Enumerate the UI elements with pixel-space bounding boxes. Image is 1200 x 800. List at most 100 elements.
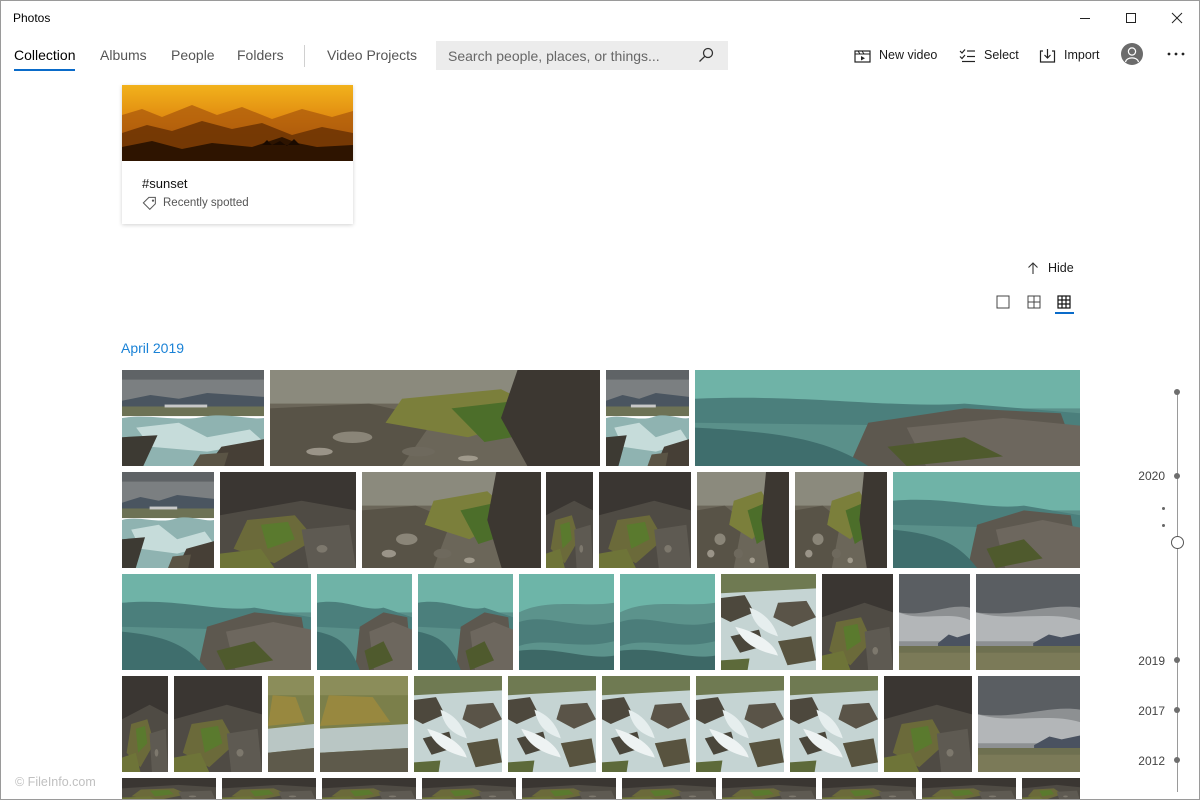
photo-thumbnail[interactable] xyxy=(317,574,412,670)
photo-thumbnail[interactable] xyxy=(546,472,593,568)
app-title: Photos xyxy=(13,11,51,25)
tab-video-projects[interactable]: Video Projects xyxy=(327,47,417,71)
new-video-button[interactable]: New video xyxy=(854,44,937,66)
photo-thumbnail[interactable] xyxy=(606,370,689,466)
photo-thumbnail[interactable] xyxy=(976,574,1080,670)
tab-folders[interactable]: Folders xyxy=(237,47,284,71)
timeline-year-label[interactable]: 2020 xyxy=(1115,469,1165,483)
four-grid-icon xyxy=(1027,295,1041,309)
month-heading: April 2019 xyxy=(121,340,185,356)
tab-collection[interactable]: Collection xyxy=(14,47,76,71)
photo-thumbnail[interactable] xyxy=(978,676,1080,772)
watermark: © FileInfo.com xyxy=(15,775,96,789)
large-square-icon xyxy=(996,295,1010,309)
photo-thumbnail[interactable] xyxy=(695,370,1080,466)
photo-thumbnail[interactable] xyxy=(822,778,916,799)
minimize-icon xyxy=(1080,18,1090,19)
tab-people[interactable]: People xyxy=(171,47,215,71)
photo-thumbnail[interactable] xyxy=(519,574,614,670)
tag-subtitle: Recently spotted xyxy=(142,196,249,210)
avatar[interactable] xyxy=(1121,43,1143,65)
photo-thumbnail[interactable] xyxy=(722,778,816,799)
photo-thumbnail[interactable] xyxy=(795,472,887,568)
photo-thumbnail[interactable] xyxy=(220,472,356,568)
timeline-scrub-handle[interactable] xyxy=(1171,536,1184,549)
photo-thumbnail[interactable] xyxy=(422,778,516,799)
photo-thumbnail[interactable] xyxy=(822,574,893,670)
search-icon[interactable] xyxy=(698,47,714,63)
medium-tiles-view-button[interactable] xyxy=(1025,293,1043,311)
tab-albums[interactable]: Albums xyxy=(100,47,147,71)
search-input[interactable] xyxy=(436,41,686,70)
photo-thumbnail[interactable] xyxy=(899,574,970,670)
photo-thumbnail[interactable] xyxy=(696,676,784,772)
photo-thumbnail[interactable] xyxy=(270,370,600,466)
tag-icon xyxy=(142,196,156,210)
photo-thumbnail[interactable] xyxy=(122,778,216,799)
photo-thumbnail[interactable] xyxy=(508,676,596,772)
select-icon xyxy=(959,48,975,62)
timeline-year-label[interactable]: 2012 xyxy=(1115,754,1165,768)
maximize-button[interactable] xyxy=(1108,1,1154,35)
select-button[interactable]: Select xyxy=(959,44,1019,66)
tab-label: Collection xyxy=(14,47,76,63)
new-video-label: New video xyxy=(879,48,938,62)
photo-thumbnail[interactable] xyxy=(522,778,616,799)
photo-thumbnail[interactable] xyxy=(790,676,878,772)
active-view-indicator xyxy=(1055,312,1074,314)
close-icon xyxy=(1171,12,1183,24)
photo-thumbnail[interactable] xyxy=(1022,778,1080,799)
timeline-year-label[interactable]: 2019 xyxy=(1115,654,1165,668)
timeline-tick xyxy=(1162,524,1165,527)
tag-subtitle-text: Recently spotted xyxy=(163,197,249,209)
more-icon xyxy=(1167,52,1185,56)
user-icon xyxy=(1124,47,1140,63)
photo-thumbnail[interactable] xyxy=(122,574,311,670)
photo-thumbnail[interactable] xyxy=(721,574,816,670)
photo-thumbnail[interactable] xyxy=(414,676,502,772)
tag-card-sunset[interactable]: #sunset Recently spotted xyxy=(122,85,353,224)
title-bar: Photos xyxy=(1,1,1199,35)
tab-label: People xyxy=(171,47,215,63)
photo-thumbnail[interactable] xyxy=(320,676,408,772)
photo-thumbnail[interactable] xyxy=(122,676,168,772)
photo-thumbnail[interactable] xyxy=(322,778,416,799)
import-button[interactable]: Import xyxy=(1039,44,1099,66)
photo-thumbnail[interactable] xyxy=(697,472,789,568)
photo-thumbnail[interactable] xyxy=(418,574,513,670)
close-button[interactable] xyxy=(1154,1,1199,35)
search-box xyxy=(436,41,728,70)
nav-divider xyxy=(304,45,305,67)
tab-label: Albums xyxy=(100,47,147,63)
photo-thumbnail[interactable] xyxy=(922,778,1016,799)
photo-thumbnail[interactable] xyxy=(122,472,214,568)
nine-grid-icon xyxy=(1057,295,1071,309)
hide-button[interactable]: Hide xyxy=(1027,259,1074,277)
photo-thumbnail[interactable] xyxy=(122,370,264,466)
photo-thumbnail[interactable] xyxy=(362,472,541,568)
photo-thumbnail[interactable] xyxy=(884,676,972,772)
timeline-track[interactable] xyxy=(1177,392,1178,792)
photo-thumbnail[interactable] xyxy=(174,676,262,772)
photo-thumbnail[interactable] xyxy=(602,676,690,772)
nav-bar: Collection Albums People Folders Video P… xyxy=(1,35,1199,75)
new-video-icon xyxy=(854,49,871,63)
photo-thumbnail[interactable] xyxy=(622,778,716,799)
more-options-button[interactable] xyxy=(1164,43,1188,65)
minimize-button[interactable] xyxy=(1062,1,1108,35)
arrow-up-icon xyxy=(1028,262,1038,274)
timeline-dot-2019 xyxy=(1174,657,1180,663)
timeline-tick xyxy=(1162,507,1165,510)
photo-thumbnail[interactable] xyxy=(620,574,715,670)
timeline-year-label[interactable]: 2017 xyxy=(1115,704,1165,718)
photo-thumbnail[interactable] xyxy=(268,676,314,772)
photo-thumbnail[interactable] xyxy=(222,778,316,799)
import-label: Import xyxy=(1064,48,1100,62)
small-tiles-view-button[interactable] xyxy=(1055,293,1073,311)
photo-thumbnail[interactable] xyxy=(893,472,1080,568)
photo-thumbnail[interactable] xyxy=(599,472,691,568)
tab-label: Video Projects xyxy=(327,47,418,63)
tag-title: #sunset xyxy=(142,176,188,191)
large-tiles-view-button[interactable] xyxy=(994,293,1012,311)
select-label: Select xyxy=(984,48,1019,62)
